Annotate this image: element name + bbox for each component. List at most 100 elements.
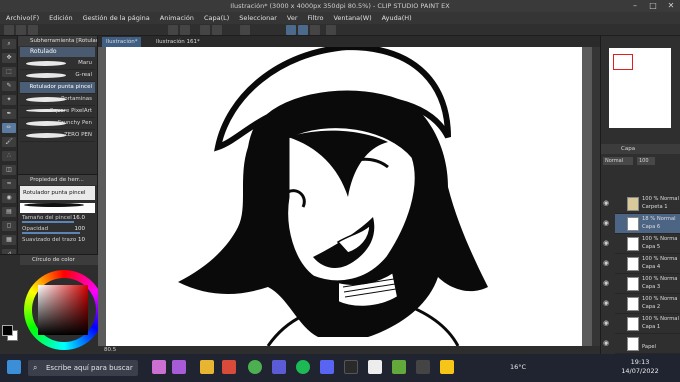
windows-start-icon[interactable] <box>7 360 21 374</box>
canvas-area[interactable] <box>98 47 592 346</box>
visibility-eye-icon[interactable]: ◉ <box>603 199 611 207</box>
visibility-eye-icon[interactable]: ◉ <box>603 259 611 267</box>
chrome-icon[interactable] <box>248 360 262 374</box>
menu-animacion[interactable]: Animación <box>160 14 194 22</box>
snap-grid-icon[interactable] <box>310 25 320 35</box>
menu-gestion-pagina[interactable]: Gestión de la página <box>83 14 150 22</box>
brush-item-selected[interactable]: Rotulador punta pincel <box>20 82 95 94</box>
pencil-tool-icon[interactable]: ✏ <box>2 123 16 133</box>
app-icon[interactable] <box>344 360 358 374</box>
stabilization-value[interactable]: 10 <box>78 235 85 246</box>
app-icon[interactable] <box>368 360 382 374</box>
undo-icon[interactable] <box>168 25 178 35</box>
menu-edicion[interactable]: Edición <box>49 14 73 22</box>
file-explorer-icon[interactable] <box>200 360 214 374</box>
pen-tool-icon[interactable]: ✒ <box>2 109 16 119</box>
menu-ventana[interactable]: Ventana(W) <box>333 14 371 22</box>
brush-item[interactable]: G-real <box>20 70 95 82</box>
menu-seleccionar[interactable]: Seleccionar <box>239 14 277 22</box>
search-icon: ⌕ <box>33 363 38 372</box>
zoom-readout[interactable]: 80.5 <box>104 347 116 353</box>
redo-icon[interactable] <box>180 25 190 35</box>
visibility-eye-icon[interactable]: ◉ <box>603 219 611 227</box>
canvas-vertical-scrollbar[interactable] <box>592 47 600 346</box>
brush-item[interactable]: ZERO PEN <box>20 130 95 142</box>
layer-row[interactable]: ◉ 100 % Normal Carpeta 1 <box>603 194 680 214</box>
app-icon[interactable] <box>272 360 286 374</box>
discord-icon[interactable] <box>320 360 334 374</box>
gradient-tool-icon[interactable]: ▤ <box>2 207 16 217</box>
blend-mode-select[interactable]: Normal <box>603 157 633 165</box>
visibility-eye-icon[interactable]: ◉ <box>603 339 611 347</box>
snap-special-ruler-icon[interactable] <box>298 25 308 35</box>
blend-tool-icon[interactable]: ≈ <box>2 179 16 189</box>
move-tool-icon[interactable]: ✥ <box>2 53 16 63</box>
layer-row[interactable]: ◉ 100 % Norma Capa 4 <box>603 254 680 274</box>
menu-ver[interactable]: Ver <box>287 14 298 22</box>
clear-icon[interactable] <box>200 25 210 35</box>
snap-ruler-icon[interactable] <box>286 25 296 35</box>
app-icon[interactable] <box>440 360 454 374</box>
layer-row[interactable]: ◉ Papel <box>603 334 680 354</box>
opacity-slider[interactable] <box>22 232 80 234</box>
menu-capa[interactable]: Capa(L) <box>204 14 229 22</box>
taskbar-search[interactable]: ⌕ Escribe aquí para buscar <box>28 360 138 376</box>
weather-temperature[interactable]: 16°C <box>510 363 526 371</box>
brush-tool-icon[interactable]: 🖌 <box>2 137 16 147</box>
visibility-eye-icon[interactable]: ◉ <box>603 299 611 307</box>
brush-size-value[interactable]: 16.0 <box>73 213 85 224</box>
subtool-tab[interactable]: Rotulado <box>20 47 95 57</box>
clip-studio-icon[interactable] <box>416 360 430 374</box>
navigator-viewport-box[interactable] <box>613 54 633 70</box>
select-tool-icon[interactable]: ⬚ <box>2 67 16 77</box>
transform-icon[interactable] <box>240 25 250 35</box>
fill-tool-icon[interactable]: ◉ <box>2 193 16 203</box>
foreground-color-swatch[interactable] <box>2 325 13 336</box>
artwork-canvas[interactable] <box>98 47 592 346</box>
visibility-eye-icon[interactable]: ◉ <box>603 279 611 287</box>
fill-icon[interactable] <box>212 25 222 35</box>
zoom-tool-icon[interactable]: ⌕ <box>2 39 16 49</box>
open-file-icon[interactable] <box>16 25 26 35</box>
brush-item[interactable]: Crunchy Pen <box>20 118 95 130</box>
airbrush-tool-icon[interactable]: ∴ <box>2 151 16 161</box>
brush-item[interactable]: Maru <box>20 58 95 70</box>
settings-icon[interactable] <box>326 25 336 35</box>
eraser-tool-icon[interactable]: ◫ <box>2 165 16 175</box>
frame-tool-icon[interactable]: ▦ <box>2 235 16 245</box>
maximize-icon[interactable]: □ <box>644 0 662 12</box>
app-icon[interactable] <box>152 360 166 374</box>
brush-size-row[interactable]: Tamaño del pincel 16.0 <box>18 213 97 224</box>
wand-tool-icon[interactable]: ✦ <box>2 95 16 105</box>
figure-tool-icon[interactable]: ◻ <box>2 221 16 231</box>
menu-archivo[interactable]: Archivo(F) <box>6 14 39 22</box>
tab-ilustracion[interactable]: Ilustración* <box>102 37 142 47</box>
layer-row[interactable]: ◉ 100 % Normal Capa 1 <box>603 314 680 334</box>
save-icon[interactable] <box>28 25 38 35</box>
layer-row[interactable]: ◉ 100 % Norma Capa 5 <box>603 234 680 254</box>
app-icon[interactable] <box>222 360 236 374</box>
taskbar-clock[interactable]: 19:13 14/07/2022 <box>616 358 664 376</box>
opacity-row[interactable]: Opacidad 100 <box>18 224 97 235</box>
close-icon[interactable]: ✕ <box>662 0 680 12</box>
color-saturation-square[interactable] <box>38 285 88 335</box>
brush-item[interactable]: Square PixelArt <box>20 106 95 118</box>
new-file-icon[interactable] <box>4 25 14 35</box>
layer-opacity-field[interactable]: 100 <box>637 157 655 165</box>
brush-item[interactable]: Portaminas <box>20 94 95 106</box>
app-icon[interactable] <box>172 360 186 374</box>
tab-ilustracion-161[interactable]: Ilustración 161* <box>152 37 204 47</box>
eyedropper-tool-icon[interactable]: ✎ <box>2 81 16 91</box>
visibility-eye-icon[interactable]: ◉ <box>603 319 611 327</box>
menu-filtro[interactable]: Filtro <box>308 14 324 22</box>
minecraft-icon[interactable] <box>392 360 406 374</box>
menu-ayuda[interactable]: Ayuda(H) <box>382 14 412 22</box>
brush-size-slider[interactable] <box>22 221 74 223</box>
layer-row[interactable]: ◉ 100 % Norma Capa 3 <box>603 274 680 294</box>
layer-row[interactable]: ◉ 100 % Norma Capa 2 <box>603 294 680 314</box>
layer-row-selected[interactable]: ◉ 18 % Normal Capa 6 <box>603 214 680 234</box>
spotify-icon[interactable] <box>296 360 310 374</box>
visibility-eye-icon[interactable]: ◉ <box>603 239 611 247</box>
stabilization-row[interactable]: Suavizado del trazo 10 <box>18 235 97 246</box>
minimize-icon[interactable]: – <box>626 0 644 12</box>
